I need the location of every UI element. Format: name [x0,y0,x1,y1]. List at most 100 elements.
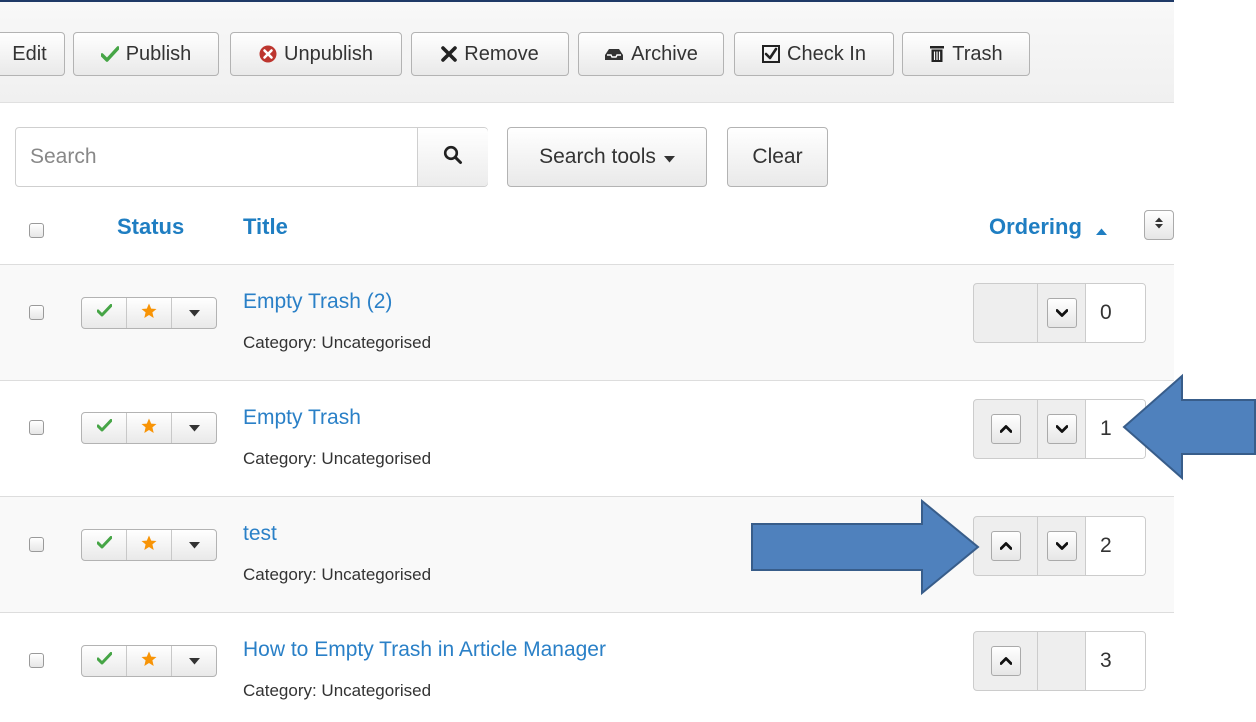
featured-toggle[interactable] [127,646,172,676]
status-dropdown-toggle[interactable] [172,646,216,676]
search-button[interactable] [417,128,488,186]
archive-button[interactable]: Archive [578,32,724,76]
move-down-slot-empty [1038,632,1086,690]
ordering-value[interactable]: 0 [1086,284,1145,342]
chevron-up-icon [999,652,1012,670]
select-all-checkbox[interactable] [29,223,44,238]
star-icon [141,651,157,672]
ordering-control: 1 [973,399,1146,459]
row-separator [0,380,1174,381]
move-down-cell [1038,284,1086,342]
article-category: Category: Uncategorised [243,565,432,584]
chevron-down-icon [1055,304,1068,322]
article-title-link[interactable]: How to Empty Trash in Article Manager [243,638,606,662]
ordering-value[interactable]: 2 [1086,517,1145,575]
clear-button[interactable]: Clear [727,127,828,187]
chevron-up-icon [999,420,1012,438]
chevron-down-icon [1055,537,1068,555]
search-input[interactable] [16,128,416,186]
move-up-cell [974,632,1038,690]
chevron-up-icon [999,537,1012,555]
ordering-sort-button[interactable] [1144,210,1174,240]
star-icon [141,303,157,324]
row-checkbox[interactable] [29,537,44,552]
published-toggle[interactable] [82,413,127,443]
archive-label: Archive [631,42,698,65]
move-down-button[interactable] [1046,414,1077,444]
checkbox-checked-icon [762,45,781,63]
row-checkbox[interactable] [29,420,44,435]
title-column-header[interactable]: Title [243,214,288,240]
row-checkbox[interactable] [29,653,44,668]
status-dropdown-toggle[interactable] [172,298,216,328]
publish-label: Publish [125,42,192,65]
ordering-control: 0 [973,283,1146,343]
ordering-value[interactable]: 1 [1086,400,1145,458]
caret-down-icon [663,145,675,169]
article-title-link[interactable]: test [243,522,277,546]
sort-icon [1155,216,1163,234]
unpublish-button[interactable]: Unpublish [230,32,402,76]
ordering-value[interactable]: 3 [1086,632,1145,690]
move-down-button[interactable] [1046,531,1077,561]
toolbar: Edit Publish Unpublish Remove Archive Ch… [0,2,1174,103]
move-down-cell [1038,517,1086,575]
article-category: Category: Uncategorised [243,449,432,468]
featured-toggle[interactable] [127,413,172,443]
sort-ascending-icon [1096,215,1108,241]
check-icon [96,419,112,437]
search-icon [443,145,463,170]
check-icon [100,46,119,62]
article-title-link[interactable]: Empty Trash (2) [243,290,392,314]
edit-button[interactable]: Edit [0,32,65,76]
check-icon [96,536,112,554]
ordering-column-header[interactable]: Ordering [989,214,1108,241]
trash-label: Trash [952,42,1003,65]
search-tools-label: Search tools [539,145,656,168]
ordering-label: Ordering [989,214,1082,239]
caret-down-icon [188,419,200,437]
chevron-down-icon [1055,420,1068,438]
move-up-slot-empty [974,284,1038,342]
trash-icon [929,45,945,63]
featured-toggle[interactable] [127,530,172,560]
remove-button[interactable]: Remove [411,32,569,76]
check-icon [96,652,112,670]
move-up-cell [974,400,1038,458]
article-category: Category: Uncategorised [243,681,432,700]
status-button-group [81,645,217,677]
featured-toggle[interactable] [127,298,172,328]
status-button-group [81,297,217,329]
unpublish-label: Unpublish [284,42,373,65]
move-up-button[interactable] [990,646,1021,676]
row-checkbox[interactable] [29,305,44,320]
publish-button[interactable]: Publish [73,32,219,76]
move-down-button[interactable] [1046,298,1077,328]
remove-icon [441,46,458,62]
article-title-link[interactable]: Empty Trash [243,406,361,430]
trash-button[interactable]: Trash [902,32,1030,76]
caret-down-icon [188,304,200,322]
status-dropdown-toggle[interactable] [172,413,216,443]
search-tools-button[interactable]: Search tools [507,127,707,187]
ordering-control: 2 [973,516,1146,576]
status-button-group [81,412,217,444]
move-up-button[interactable] [990,531,1021,561]
move-up-cell [974,517,1038,575]
check-icon [96,304,112,322]
ordering-control: 3 [973,631,1146,691]
edit-label: Edit [12,42,47,65]
move-up-button[interactable] [990,414,1021,444]
remove-label: Remove [464,42,539,65]
status-dropdown-toggle[interactable] [172,530,216,560]
published-toggle[interactable] [82,298,127,328]
check-in-label: Check In [787,42,866,65]
published-toggle[interactable] [82,530,127,560]
article-category: Category: Uncategorised [243,333,432,352]
status-column-header[interactable]: Status [117,214,184,240]
caret-down-icon [188,652,200,670]
check-in-button[interactable]: Check In [734,32,894,76]
star-icon [141,535,157,556]
clear-label: Clear [752,145,803,168]
published-toggle[interactable] [82,646,127,676]
